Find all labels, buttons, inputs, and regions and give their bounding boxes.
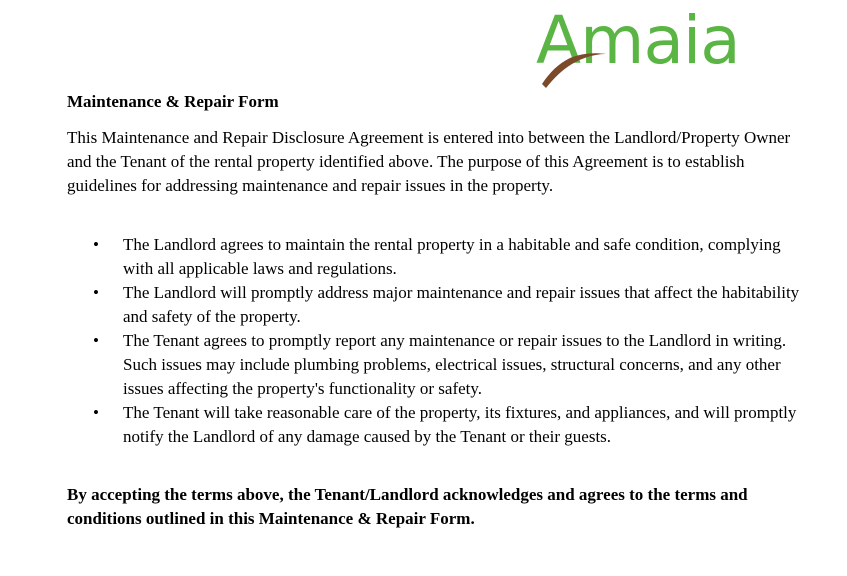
bullet-icon: • <box>93 403 99 422</box>
list-item: • The Landlord will promptly address majo… <box>67 281 807 329</box>
list-item: • The Tenant will take reasonable care of… <box>67 401 807 449</box>
bullet-icon: • <box>93 331 99 350</box>
intro-paragraph: This Maintenance and Repair Disclosure A… <box>67 128 791 195</box>
terms-list: • The Landlord agrees to maintain the ren… <box>67 233 807 449</box>
bullet-icon: • <box>93 283 99 302</box>
list-item-text: The Landlord will promptly address major… <box>123 283 800 326</box>
closing-statement: By accepting the terms above, the Tenant… <box>67 485 748 528</box>
list-item-text: The Tenant will take reasonable care of … <box>123 403 797 446</box>
list-item: • The Landlord agrees to maintain the ren… <box>67 233 807 281</box>
list-item: • The Tenant agrees to promptly report an… <box>67 329 807 401</box>
form-title: Maintenance & Repair Form <box>67 92 279 111</box>
bullet-icon: • <box>93 235 99 254</box>
amaia-logo: Amaia <box>536 8 786 96</box>
list-item-text: The Tenant agrees to promptly report any… <box>123 331 787 398</box>
logo-wordmark: Amaia <box>536 2 741 79</box>
list-item-text: The Landlord agrees to maintain the rent… <box>123 235 781 278</box>
